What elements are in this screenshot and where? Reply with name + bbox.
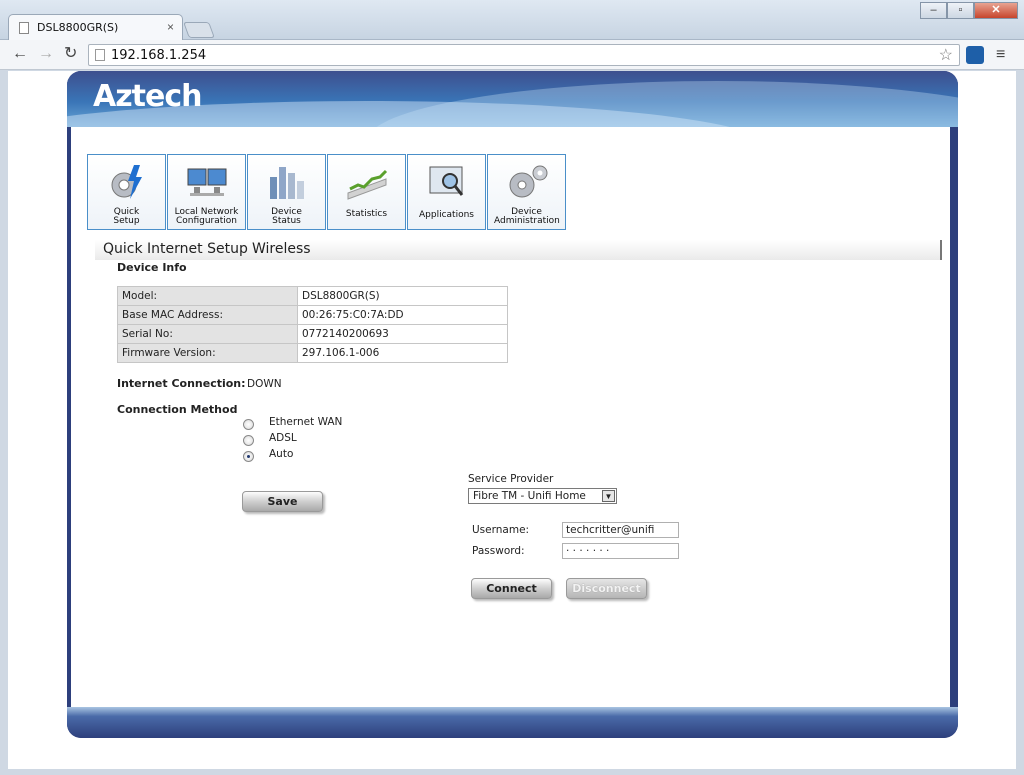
internet-connection-label: Internet Connection: — [117, 377, 246, 390]
tab-label: Quick Setup — [113, 207, 140, 226]
tab-title: DSL8800GR(S) — [37, 21, 119, 34]
tab-label: Statistics — [345, 209, 388, 219]
aztech-logo: Aztech — [93, 79, 203, 114]
forward-arrow-icon[interactable]: → — [38, 46, 54, 62]
address-bar[interactable]: 192.168.1.254 ☆ — [88, 44, 960, 66]
main-content: Quick Setup Local Network Configuration — [71, 127, 950, 707]
footer-bar — [67, 707, 958, 738]
gear-lightning-icon — [111, 165, 142, 199]
table-row: Serial No: 0772140200693 — [117, 324, 508, 344]
radio-ethernet-wan[interactable] — [243, 419, 254, 430]
row-value: DSL8800GR(S) — [297, 286, 508, 306]
radio-adsl[interactable] — [243, 435, 254, 446]
password-field[interactable]: · · · · · · · — [562, 543, 679, 559]
password-label: Password: — [472, 545, 525, 557]
tab-statistics[interactable]: Statistics — [327, 154, 406, 230]
option-label: ADSL — [269, 432, 297, 444]
tab-label: Device Status — [271, 207, 302, 226]
bookmark-star-icon[interactable]: ☆ — [939, 45, 953, 65]
save-button[interactable]: Save — [242, 491, 323, 512]
browser-titlebar: DSL8800GR(S) × – ▫ ✕ — [0, 0, 1024, 41]
row-label: Serial No: — [117, 324, 298, 344]
browser-tab[interactable]: DSL8800GR(S) × — [8, 14, 183, 41]
window-controls: – ▫ ✕ — [920, 2, 1018, 19]
tab-device-administration[interactable]: Device Administration — [487, 154, 566, 230]
maximize-button[interactable]: ▫ — [947, 2, 974, 19]
gears-icon — [509, 165, 548, 198]
device-info-table: Model: DSL8800GR(S) Base MAC Address: 00… — [117, 286, 508, 363]
submenu-quick-internet-setup[interactable]: Quick Internet Setup — [103, 241, 248, 257]
bar-chart-icon — [270, 167, 304, 199]
tab-applications[interactable]: Applications — [407, 154, 486, 230]
internet-connection-status: DOWN — [247, 378, 282, 390]
chevron-down-icon[interactable]: ▼ — [602, 490, 615, 502]
tab-label: Device Administration — [494, 207, 560, 226]
disconnect-button: Disconnect — [566, 578, 647, 599]
page-icon — [95, 49, 105, 61]
table-row: Firmware Version: 297.106.1-006 — [117, 343, 508, 363]
service-provider-label: Service Provider — [468, 473, 554, 485]
username-field[interactable]: techcritter@unifi — [562, 522, 679, 538]
selected-value: Fibre TM - Unifi Home — [473, 490, 586, 502]
connection-method-heading: Connection Method — [117, 403, 238, 416]
option-label: Ethernet WAN — [269, 416, 343, 428]
row-label: Base MAC Address: — [117, 305, 298, 325]
connect-button[interactable]: Connect — [471, 578, 552, 599]
back-arrow-icon[interactable]: ← — [12, 46, 28, 62]
new-tab-button[interactable] — [183, 22, 215, 38]
tab-label: Local Network Configuration — [174, 207, 239, 226]
tab-quick-setup[interactable]: Quick Setup — [87, 154, 166, 230]
header-banner: Aztech — [67, 71, 958, 127]
row-label: Model: — [117, 286, 298, 306]
monitors-icon — [187, 168, 227, 196]
router-frame: Aztech Quick Setup Local Network Configu… — [67, 71, 958, 738]
url-text[interactable]: 192.168.1.254 — [111, 48, 206, 63]
tab-label: Applications — [419, 210, 474, 220]
page-icon — [19, 22, 29, 34]
row-value: 00:26:75:C0:7A:DD — [297, 305, 508, 325]
magnifier-screen-icon — [429, 166, 464, 196]
device-info-heading: Device Info — [117, 261, 187, 274]
window-close-button[interactable]: ✕ — [974, 2, 1018, 19]
service-provider-select[interactable]: Fibre TM - Unifi Home ▼ — [468, 488, 617, 504]
table-row: Model: DSL8800GR(S) — [117, 286, 508, 306]
submenu-bar: Quick Internet Setup Wireless — [95, 240, 942, 260]
browser-toolbar: ← → ↻ 192.168.1.254 ☆ ≡ — [0, 40, 1024, 70]
submenu-wireless[interactable]: Wireless — [252, 241, 311, 257]
reload-icon[interactable]: ↻ — [64, 46, 77, 62]
option-label: Auto — [269, 448, 294, 460]
row-value: 0772140200693 — [297, 324, 508, 344]
tab-close-icon[interactable]: × — [167, 20, 174, 34]
row-label: Firmware Version: — [117, 343, 298, 363]
table-row: Base MAC Address: 00:26:75:C0:7A:DD — [117, 305, 508, 325]
row-value: 297.106.1-006 — [297, 343, 508, 363]
extension-icon[interactable] — [966, 46, 984, 64]
tab-device-status[interactable]: Device Status — [247, 154, 326, 230]
menu-icon[interactable]: ≡ — [996, 46, 1005, 64]
tab-local-network[interactable]: Local Network Configuration — [167, 154, 246, 230]
icon-nav: Quick Setup Local Network Configuration — [87, 154, 566, 230]
username-label: Username: — [472, 524, 530, 536]
minimize-button[interactable]: – — [920, 2, 947, 19]
graph-icon — [347, 169, 388, 200]
page-viewport: Aztech Quick Setup Local Network Configu… — [8, 71, 1016, 769]
radio-auto[interactable] — [243, 451, 254, 462]
